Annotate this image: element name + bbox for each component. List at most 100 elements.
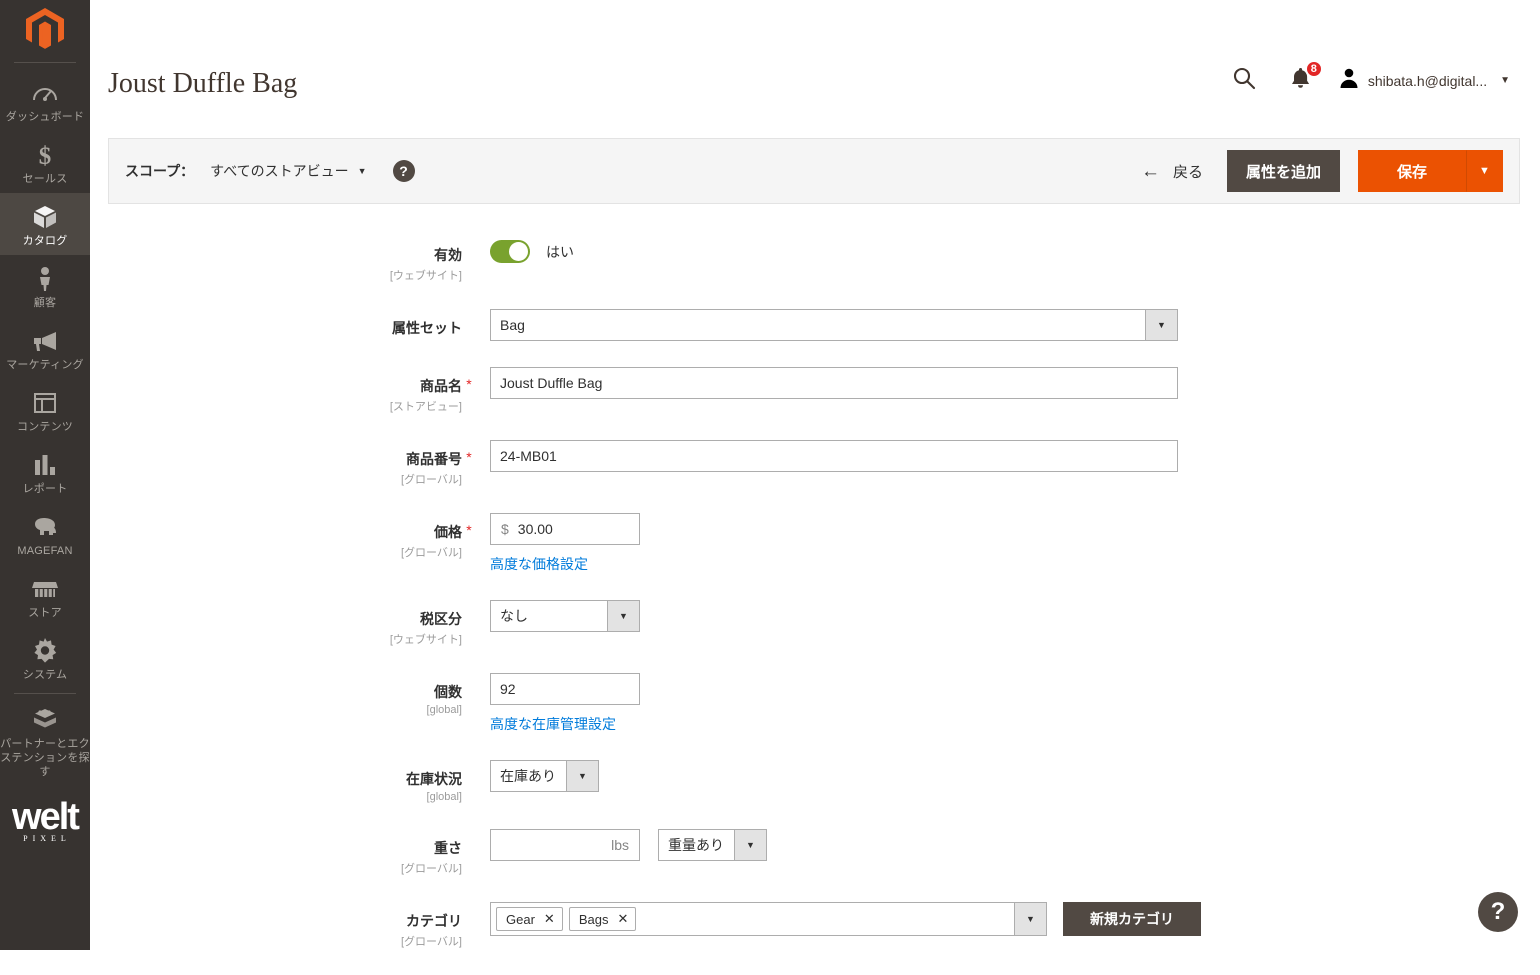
search-button[interactable] [1214, 66, 1274, 95]
sidebar-item-customers[interactable]: 顧客 [0, 255, 90, 317]
enable-toggle[interactable] [490, 240, 530, 263]
magento-logo[interactable] [0, 0, 90, 62]
user-menu[interactable]: shibata.h@digital... ▼ [1327, 67, 1510, 94]
add-attribute-button[interactable]: 属性を追加 [1227, 150, 1340, 192]
sidebar-item-label: コンテンツ [17, 420, 73, 434]
field-label: 商品番号 [グローバル] [90, 440, 462, 487]
field-scope-text: [ストアビュー] [90, 398, 462, 414]
chevron-down-icon: ▼ [566, 761, 598, 791]
field-price: 価格 [グローバル] * $ 高度な価格設定 [90, 513, 1540, 574]
sidebar-item-catalog[interactable]: カタログ [0, 193, 90, 255]
attribute-set-select[interactable]: Bag ▼ [490, 309, 1178, 341]
remove-chip-icon[interactable]: ✕ [544, 911, 555, 927]
field-label: 重さ [グローバル] [90, 829, 462, 876]
weight-input[interactable] [491, 830, 596, 860]
field-control: Bag ▼ [490, 309, 1178, 341]
notifications-button[interactable]: 8 [1274, 67, 1327, 95]
field-control: lbs 重量あり ▼ [490, 829, 767, 861]
sidebar-item-label: セールス [23, 172, 68, 186]
chevron-down-icon[interactable]: ▼ [358, 166, 367, 176]
field-scope-text: [グローバル] [90, 471, 462, 487]
sidebar-item-content[interactable]: コンテンツ [0, 379, 90, 441]
advanced-pricing-link[interactable]: 高度な価格設定 [490, 554, 640, 574]
field-sku: 商品番号 [グローバル] * [90, 440, 1540, 487]
sku-input[interactable] [490, 440, 1178, 472]
box-icon [32, 202, 58, 232]
page-container: Joust Duffle Bag 8 shibata.h@digital... … [90, 0, 1540, 950]
extension-icon [32, 705, 58, 735]
sidebar-item-magefan[interactable]: MAGEFAN [0, 503, 90, 565]
field-control: 高度な在庫管理設定 [490, 673, 640, 734]
sidebar-item-sales[interactable]: $ セールス [0, 131, 90, 193]
new-category-button[interactable]: 新規カテゴリ [1063, 902, 1201, 936]
categories-multiselect[interactable]: Gear ✕ Bags ✕ [490, 902, 1015, 936]
save-options-chevron-down-icon[interactable]: ▼ [1466, 150, 1503, 192]
sidebar-item-label: 顧客 [34, 296, 56, 310]
field-label-text: 商品番号 [406, 451, 462, 467]
user-name-label: shibata.h@digital... [1368, 73, 1487, 89]
back-button[interactable]: ← 戻る [1141, 161, 1203, 182]
sidebar-item-system[interactable]: システム [0, 627, 90, 689]
svg-text:$: $ [39, 143, 52, 168]
sidebar-item-label: パートナーとエクステンションを探す [0, 737, 91, 779]
field-control: Gear ✕ Bags ✕ ▼ 新規カテゴリ [490, 902, 1201, 936]
question-mark-icon[interactable]: ? [393, 160, 415, 182]
categories-chevron-down-icon[interactable]: ▼ [1015, 902, 1047, 936]
field-quantity: 個数 [global] 高度な在庫管理設定 [90, 673, 1540, 734]
field-scope-text: [ウェブサイト] [90, 267, 462, 283]
attribute-set-value: Bag [491, 317, 1145, 333]
field-scope-text: [global] [90, 791, 462, 803]
price-input[interactable] [516, 514, 616, 544]
field-control: なし ▼ [490, 600, 640, 632]
enable-toggle-row: はい [490, 236, 574, 263]
arrow-left-icon: ← [1141, 162, 1160, 181]
page-title: Joust Duffle Bag [108, 68, 297, 100]
field-label: 税区分 [ウェブサイト] [90, 600, 462, 647]
field-control [490, 367, 1178, 399]
back-button-label: 戻る [1173, 161, 1203, 182]
sidebar-item-reports[interactable]: レポート [0, 441, 90, 503]
sidebar-item-stores[interactable]: ストア [0, 565, 90, 627]
field-scope-text: [global] [90, 704, 462, 716]
required-marker [462, 902, 476, 911]
sidebar-item-label: ストア [28, 606, 62, 620]
dollar-icon: $ [35, 140, 55, 170]
category-chip: Bags ✕ [569, 907, 637, 931]
page-header: Joust Duffle Bag 8 shibata.h@digital... … [90, 0, 1540, 125]
help-floating-button[interactable]: ? [1478, 892, 1518, 932]
save-button-group: 保存 ▼ [1358, 150, 1503, 192]
chevron-down-icon: ▼ [734, 830, 766, 860]
field-label-text: 個数 [434, 684, 462, 700]
header-actions: 8 shibata.h@digital... ▼ [1214, 66, 1510, 95]
field-weight: 重さ [グローバル] lbs 重量あり ▼ [90, 829, 1540, 876]
sidebar-item-partners[interactable]: パートナーとエクステンションを探す [0, 696, 90, 786]
remove-chip-icon[interactable]: ✕ [617, 911, 628, 927]
quantity-input[interactable] [490, 673, 640, 705]
required-marker [462, 600, 476, 609]
layout-icon [33, 388, 57, 418]
person-icon [35, 264, 55, 294]
weight-type-select[interactable]: 重量あり ▼ [658, 829, 767, 861]
weltpixel-wordmark: welt [0, 800, 90, 834]
scope-switcher[interactable]: すべてのストアビュー [210, 161, 348, 181]
field-label: 個数 [global] [90, 673, 462, 716]
tax-class-select[interactable]: なし ▼ [490, 600, 640, 632]
sidebar-divider-top [14, 62, 76, 63]
sidebar-item-label: マーケティング [6, 358, 84, 372]
currency-symbol: $ [491, 521, 516, 537]
required-marker [462, 236, 476, 245]
field-control: はい [490, 236, 574, 263]
sidebar-item-label: カタログ [23, 234, 68, 248]
stock-status-select[interactable]: 在庫あり ▼ [490, 760, 599, 792]
product-name-input[interactable] [490, 367, 1178, 399]
field-label-text: 税区分 [420, 611, 462, 627]
sidebar-item-marketing[interactable]: マーケティング [0, 317, 90, 379]
sidebar-item-dashboard[interactable]: ダッシュボード [0, 69, 90, 131]
sidebar-divider-bottom [14, 693, 76, 694]
field-control: $ 高度な価格設定 [490, 513, 640, 574]
advanced-inventory-link[interactable]: 高度な在庫管理設定 [490, 714, 640, 734]
save-button[interactable]: 保存 [1358, 150, 1466, 192]
bar-chart-icon [33, 450, 57, 480]
category-chip-label: Bags [579, 912, 609, 927]
scope-label: スコープ： [125, 161, 194, 181]
